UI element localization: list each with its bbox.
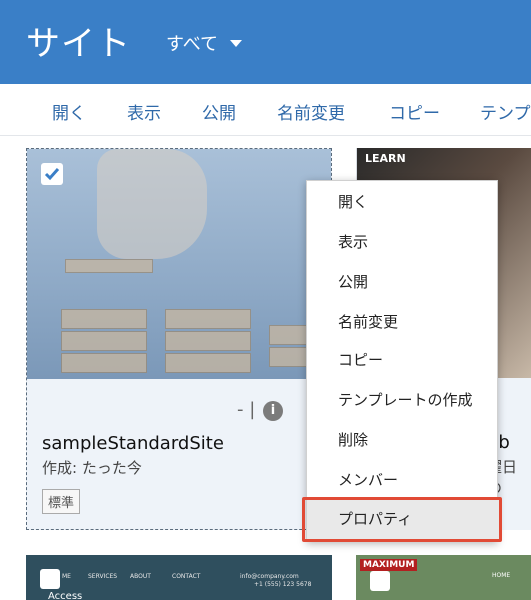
- context-menu: 開く 表示 公開 名前変更 コピー テンプレートの作成 削除 メンバー プロパテ…: [306, 180, 499, 542]
- site-meta: 作成: たった今: [42, 459, 142, 477]
- site-card[interactable]: ME SERVICES ABOUT CONTACT info@company.c…: [26, 555, 332, 600]
- thumbnail-label: LEARN: [365, 152, 406, 165]
- info-icon[interactable]: i: [263, 401, 283, 421]
- wood-block: [61, 331, 147, 351]
- toolbar-view[interactable]: 表示: [127, 99, 161, 124]
- wood-block: [61, 353, 147, 373]
- thumbnail-brand: MAXIMUM: [360, 559, 418, 571]
- toolbar-copy[interactable]: コピー: [389, 99, 440, 124]
- wood-block: [65, 259, 153, 273]
- toolbar-rename[interactable]: 名前変更: [277, 99, 345, 124]
- page-title: サイト: [26, 24, 131, 64]
- menu-item-members[interactable]: メンバー: [307, 460, 499, 500]
- wood-block: [165, 353, 251, 373]
- thumbnail-title: Access: [48, 591, 83, 600]
- thumbnail-nav-item: info@company.com: [240, 573, 299, 580]
- menu-item-publish[interactable]: 公開: [307, 262, 499, 302]
- filter-dropdown[interactable]: すべて: [166, 30, 218, 56]
- highlight-box: [302, 497, 502, 542]
- chevron-down-icon[interactable]: [230, 40, 242, 47]
- command-toolbar: 開く 表示 公開 名前変更 コピー テンプ: [0, 84, 531, 136]
- menu-item-create-template[interactable]: テンプレートの作成: [307, 380, 499, 420]
- menu-item-view[interactable]: 表示: [307, 222, 499, 262]
- toolbar-template[interactable]: テンプ: [480, 99, 531, 124]
- wood-block: [165, 331, 251, 351]
- hand-image: [97, 149, 207, 259]
- menu-item-open[interactable]: 開く: [307, 182, 499, 222]
- select-checkbox[interactable]: [370, 571, 390, 591]
- wood-block: [61, 309, 147, 329]
- toolbar-open[interactable]: 開く: [52, 99, 86, 124]
- select-checkbox[interactable]: [41, 163, 63, 185]
- select-checkbox[interactable]: [40, 569, 60, 589]
- site-card[interactable]: MAXIMUM HOME: [356, 555, 531, 600]
- site-type-badge: 標準: [42, 489, 81, 514]
- site-thumbnail: [27, 149, 331, 379]
- menu-item-rename[interactable]: 名前変更: [307, 302, 499, 342]
- menu-item-delete[interactable]: 削除: [307, 420, 499, 460]
- thumbnail-nav-item: +1 (555) 123 5678: [254, 581, 312, 588]
- checkmark-icon: [44, 168, 60, 181]
- thumbnail-nav-item: ME: [62, 573, 71, 580]
- app-header: サイト すべて: [0, 0, 531, 84]
- wood-block: [165, 309, 251, 329]
- thumbnail-nav-item: CONTACT: [172, 573, 201, 580]
- site-card-selected[interactable]: - | i sampleStandardSite 作成: たった今 標準: [26, 148, 332, 530]
- thumbnail-nav-item: ABOUT: [130, 573, 151, 580]
- thumbnail-nav-item: SERVICES: [88, 573, 118, 580]
- site-name: sampleStandardSite: [42, 433, 224, 454]
- toolbar-publish[interactable]: 公開: [202, 99, 236, 124]
- thumbnail-nav-item: HOME: [492, 572, 511, 579]
- card-tools[interactable]: - |: [237, 399, 255, 420]
- menu-item-copy[interactable]: コピー: [307, 340, 499, 380]
